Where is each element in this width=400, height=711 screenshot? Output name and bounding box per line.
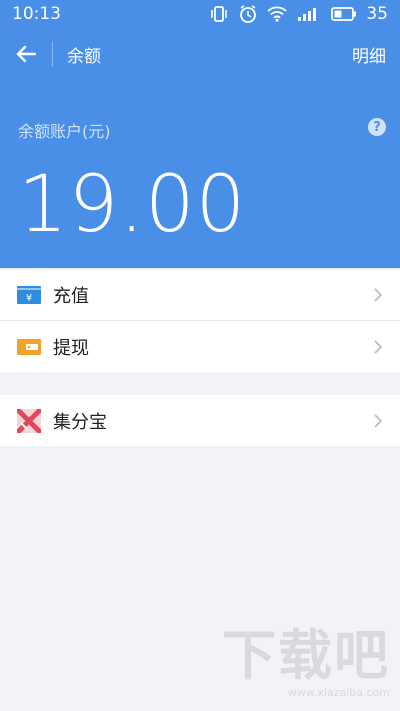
recharge-label: 充值: [53, 286, 89, 307]
signal-icon: [296, 6, 322, 22]
recharge-icon: ¥: [17, 283, 41, 307]
back-button[interactable]: [0, 28, 52, 80]
toolbar: 余额 明细: [0, 28, 400, 80]
wallet-icon: [17, 335, 41, 359]
page-title: 余额: [67, 46, 101, 67]
watermark-url: www.xiazaiba.com: [287, 686, 390, 699]
back-arrow-icon: [16, 45, 36, 63]
status-icons: 35: [209, 4, 388, 24]
recharge-row[interactable]: ¥ 充值: [0, 270, 400, 321]
help-icon[interactable]: ?: [368, 118, 386, 136]
jifenbao-label: 集分宝: [53, 411, 107, 433]
jifenbao-row[interactable]: 集分宝: [0, 395, 400, 446]
menu-group-primary: ¥ 充值 提现: [0, 270, 400, 372]
balance-account-label: 余额账户(元): [18, 122, 111, 141]
menu-group-secondary: 集分宝: [0, 395, 400, 446]
watermark-logo: 下载吧: [222, 624, 390, 687]
jifenbao-icon: [17, 408, 41, 433]
chevron-right-icon: [374, 339, 383, 354]
status-time: 10:13: [12, 4, 61, 24]
svg-text:¥: ¥: [26, 293, 32, 304]
withdraw-label: 提现: [53, 337, 89, 359]
balance-amount: 19.00: [18, 160, 247, 250]
toolbar-divider: [52, 41, 53, 67]
chevron-right-icon: [374, 413, 383, 428]
balance-header: 10:13 35 余额 明细 余额账户(元) ? 19.00: [0, 0, 400, 268]
alarm-icon: [238, 4, 258, 24]
status-bar: 10:13 35: [0, 0, 400, 28]
battery-icon: [331, 7, 357, 21]
chevron-right-icon: [374, 288, 383, 302]
vibrate-icon: [209, 5, 229, 23]
watermark: 下载吧 www.xiazaiba.com: [222, 611, 390, 699]
withdraw-row[interactable]: 提现: [0, 321, 400, 372]
detail-link[interactable]: 明细: [352, 42, 386, 67]
wifi-icon: [267, 6, 287, 22]
battery-level: 35: [366, 4, 388, 24]
